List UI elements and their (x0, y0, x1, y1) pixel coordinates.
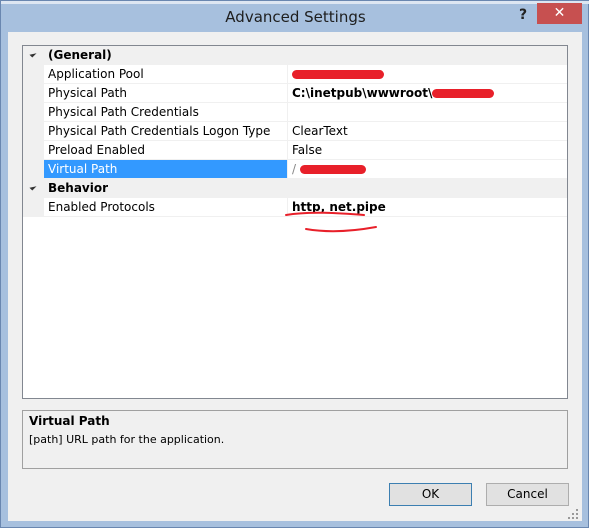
redaction-mark (292, 70, 384, 79)
property-name: Application Pool (44, 65, 287, 84)
property-name: Preload Enabled (44, 141, 287, 160)
annotation-underline (285, 211, 377, 233)
property-value[interactable]: / (287, 160, 567, 179)
dialog-client-area: (General) Application Pool Physical Path… (8, 32, 582, 521)
property-row-physical-path-credentials[interactable]: Physical Path Credentials (23, 103, 567, 122)
close-icon: ✕ (553, 5, 566, 21)
property-name: Enabled Protocols (44, 198, 287, 217)
property-name: Physical Path Credentials Logon Type (44, 122, 287, 141)
description-text: [path] URL path for the application. (29, 433, 225, 446)
window-title: Advanced Settings (225, 8, 366, 26)
property-name: Physical Path Credentials (44, 103, 287, 122)
cancel-button[interactable]: Cancel (486, 483, 569, 506)
collapse-arrow-icon[interactable] (29, 183, 37, 191)
redaction-mark (299, 165, 366, 174)
property-row-physical-path[interactable]: Physical Path C:\inetpub\wwwroot\ (23, 84, 567, 103)
category-label: (General) (48, 48, 112, 62)
category-label: Behavior (48, 181, 109, 195)
property-value[interactable]: C:\inetpub\wwwroot\ (287, 84, 567, 103)
property-row-application-pool[interactable]: Application Pool (23, 65, 567, 84)
close-button[interactable]: ✕ (537, 3, 582, 24)
property-value[interactable] (287, 103, 567, 122)
advanced-settings-window: Advanced Settings ? ✕ (General) Applicat… (0, 0, 589, 528)
ok-button[interactable]: OK (389, 483, 472, 506)
property-row-logon-type[interactable]: Physical Path Credentials Logon Type Cle… (23, 122, 567, 141)
property-row-virtual-path[interactable]: Virtual Path / (23, 160, 567, 179)
collapse-arrow-icon[interactable] (29, 50, 37, 58)
title-bar[interactable]: Advanced Settings ? ✕ (1, 1, 589, 33)
property-name: Physical Path (44, 84, 287, 103)
property-value[interactable] (287, 65, 567, 84)
redaction-mark (432, 89, 495, 98)
property-name: Virtual Path (44, 160, 287, 179)
property-value[interactable]: False (287, 141, 567, 160)
help-button[interactable]: ? (515, 7, 531, 25)
description-title: Virtual Path (29, 414, 110, 428)
property-value[interactable]: ClearText (287, 122, 567, 141)
description-panel: Virtual Path [path] URL path for the app… (22, 410, 568, 469)
resize-grip-icon[interactable] (567, 508, 579, 520)
category-behavior[interactable]: Behavior (23, 179, 567, 198)
category-general[interactable]: (General) (23, 46, 567, 65)
property-row-preload-enabled[interactable]: Preload Enabled False (23, 141, 567, 160)
